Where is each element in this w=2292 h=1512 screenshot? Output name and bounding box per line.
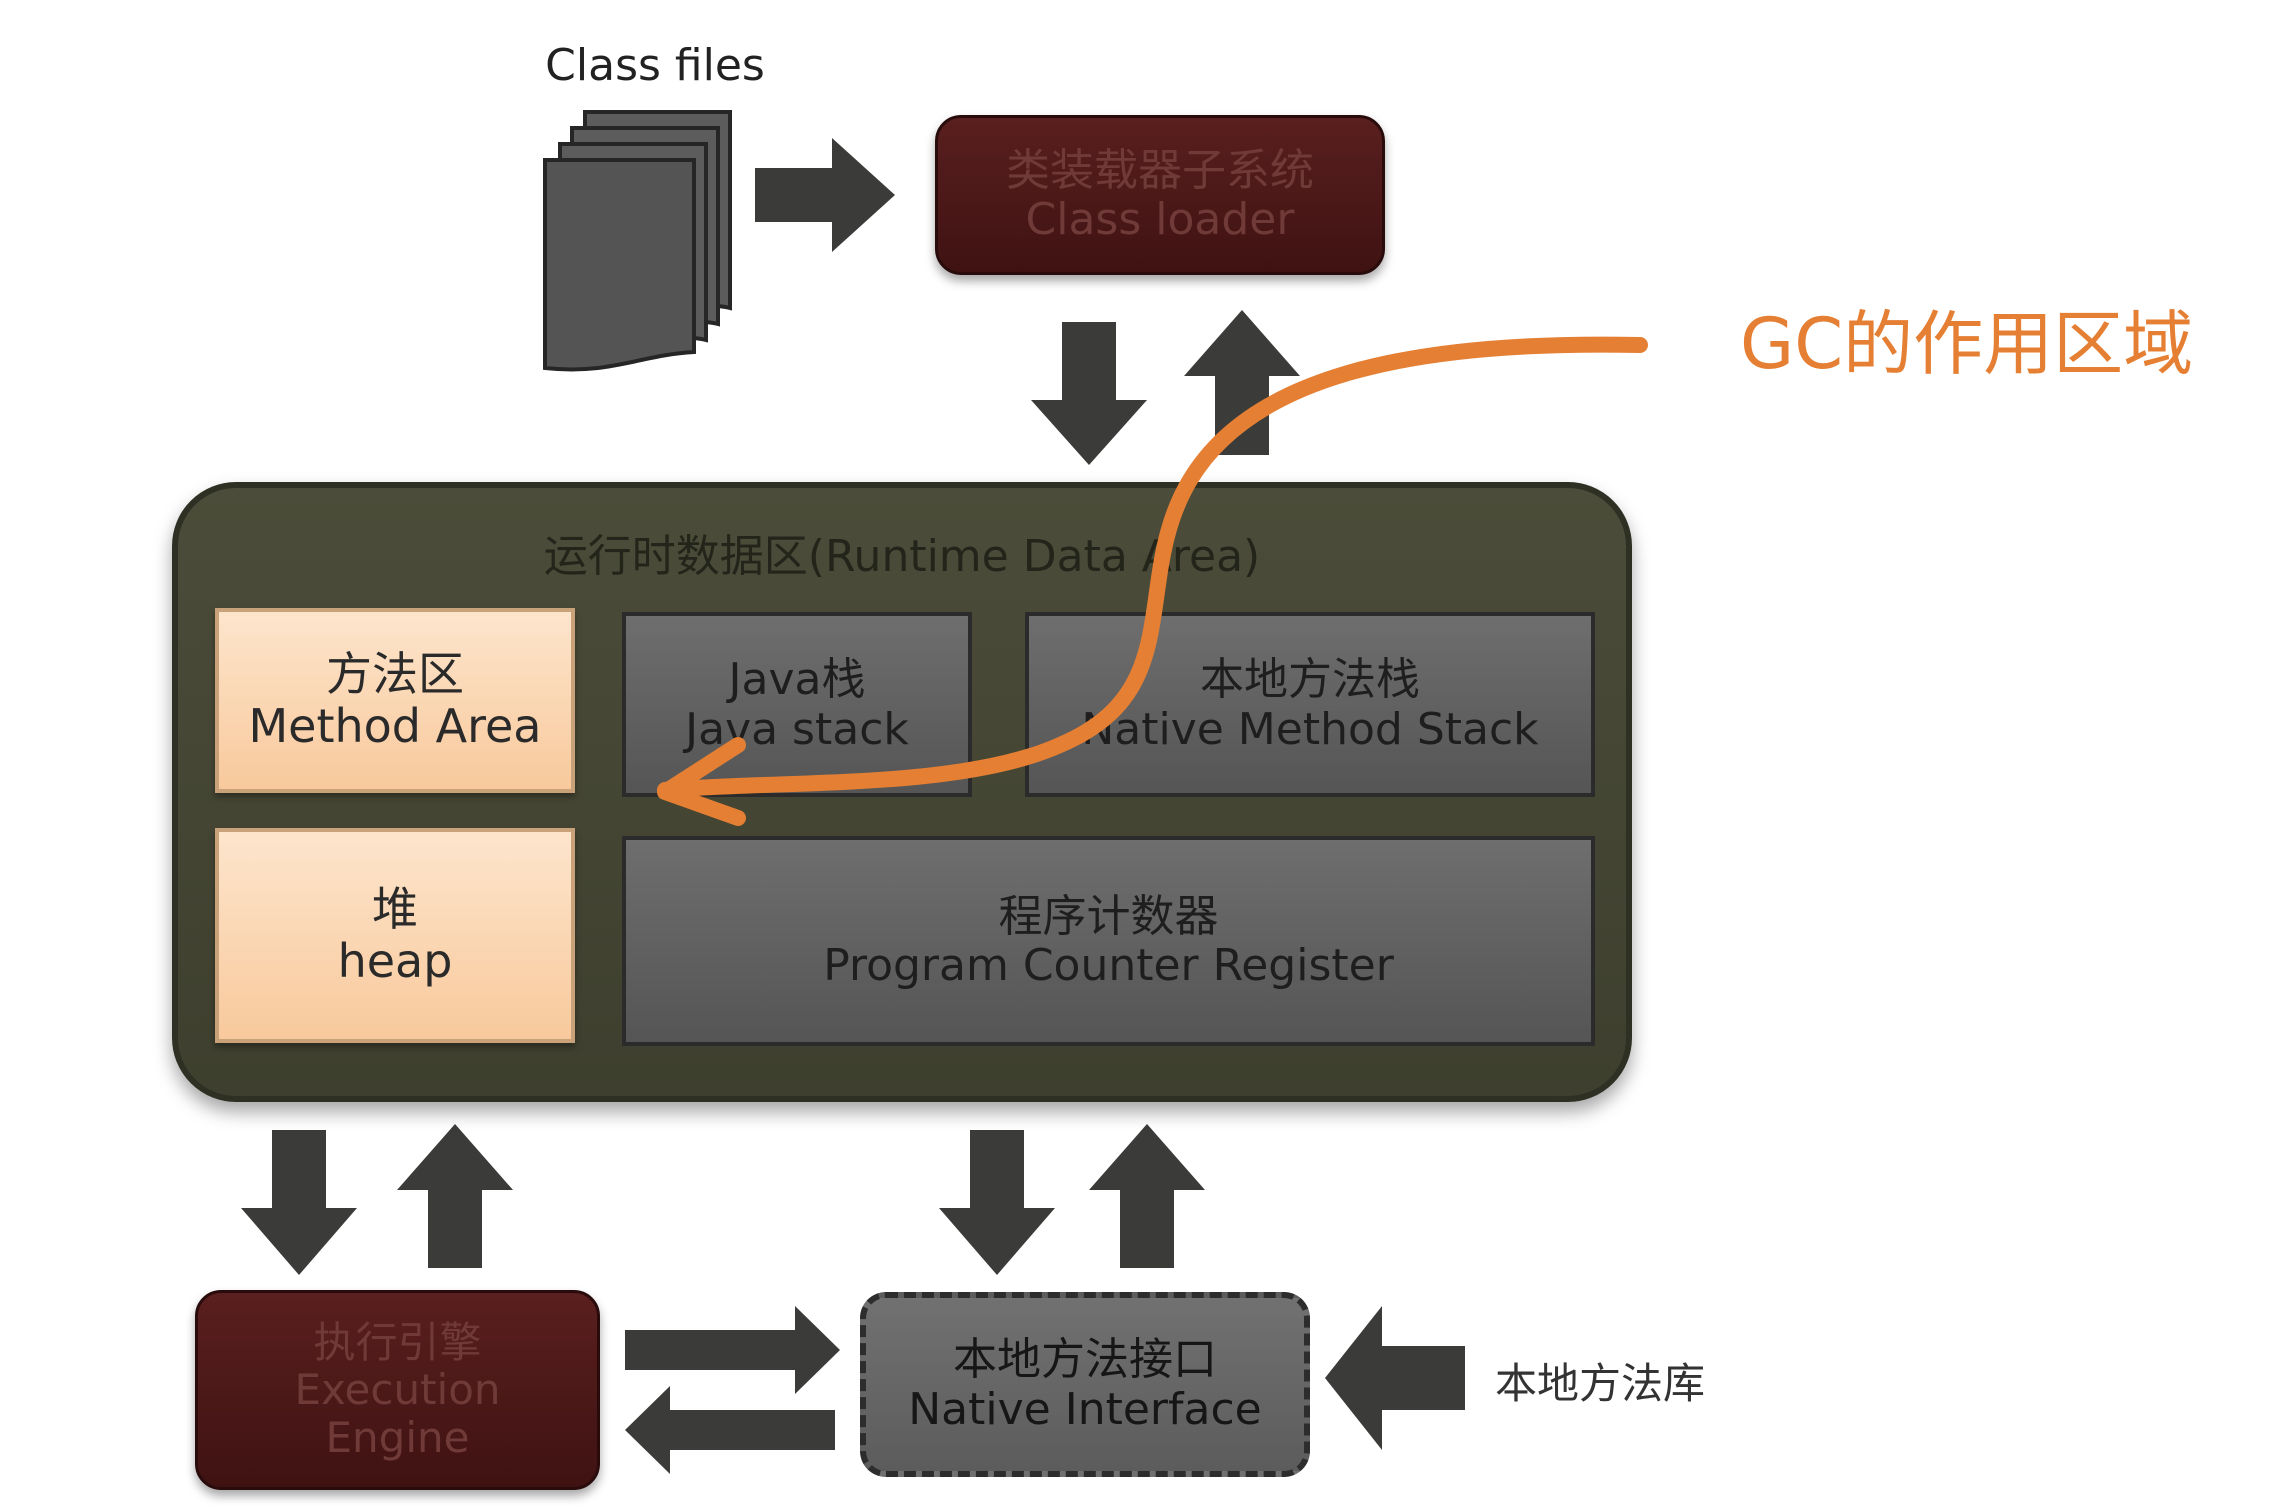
native-method-stack-box: 本地方法栈 Native Method Stack — [1025, 612, 1595, 797]
native-interface-en: Native Interface — [908, 1383, 1262, 1435]
class-files-icon — [543, 110, 732, 372]
runtime-title: 运行时数据区(Runtime Data Area) — [543, 531, 1261, 582]
java-stack-cn: Java栈 — [728, 654, 866, 706]
class-loader-en: Class loader — [1025, 194, 1295, 245]
program-counter-en: Program Counter Register — [823, 940, 1394, 991]
arrow-library-to-interface — [1325, 1306, 1465, 1450]
class-loader-cn: 类装载器子系统 — [1006, 144, 1314, 196]
arrow-interface-up — [1089, 1124, 1205, 1268]
heap-box: 堆 heap — [215, 828, 575, 1043]
method-area-cn: 方法区 — [326, 646, 464, 701]
class-loader-box: 类装载器子系统 Class loader — [935, 115, 1385, 275]
arrow-files-to-loader — [755, 138, 895, 252]
arrow-engine-to-interface — [625, 1306, 840, 1394]
native-interface-cn: 本地方法接口 — [953, 1334, 1217, 1386]
heap-en: heap — [337, 933, 453, 988]
java-stack-box: Java栈 Java stack — [622, 612, 972, 797]
native-stack-cn: 本地方法栈 — [1200, 654, 1420, 706]
heap-cn: 堆 — [372, 881, 418, 936]
arrow-loader-up — [1184, 310, 1300, 455]
execution-engine-box: 执行引擎 Execution Engine — [195, 1290, 600, 1490]
program-counter-cn: 程序计数器 — [998, 890, 1219, 942]
execution-engine-en2: Engine — [325, 1412, 470, 1462]
java-stack-en: Java stack — [685, 703, 909, 755]
gc-scope-label: GC的作用区域 — [1740, 303, 2194, 385]
arrow-loader-down — [1031, 322, 1147, 465]
arrow-engine-down — [241, 1130, 357, 1275]
method-area-box: 方法区 Method Area — [215, 608, 575, 793]
native-interface-box: 本地方法接口 Native Interface — [860, 1292, 1310, 1477]
method-area-en: Method Area — [248, 698, 542, 753]
execution-engine-cn: 执行引擎 — [313, 1318, 482, 1368]
arrow-engine-up — [397, 1124, 513, 1268]
arrow-interface-down — [939, 1130, 1055, 1275]
native-stack-en: Native Method Stack — [1081, 703, 1539, 755]
arrow-interface-to-engine — [625, 1386, 835, 1474]
program-counter-box: 程序计数器 Program Counter Register — [622, 836, 1595, 1046]
native-library-label: 本地方法库 — [1495, 1359, 1706, 1408]
class-files-label: Class files — [545, 40, 765, 91]
execution-engine-en1: Execution — [294, 1365, 501, 1415]
